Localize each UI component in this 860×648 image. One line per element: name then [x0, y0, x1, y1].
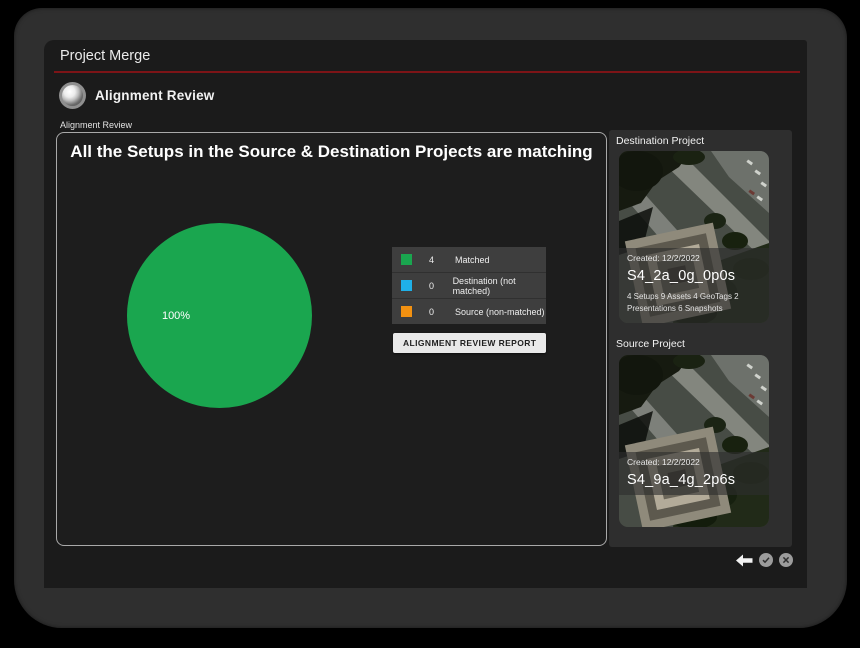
matched-swatch [401, 254, 412, 265]
matched-label: Matched [455, 255, 490, 265]
source-created-date: Created: 12/2/2022 [627, 457, 761, 467]
cancel-close-icon[interactable] [779, 553, 793, 567]
source-project-label: Source Project [616, 338, 685, 350]
source-project-card[interactable]: Created: 12/2/2022 S4_9a_4g_2p6s [619, 355, 769, 527]
legend-row-destination-not-matched: 0 Destination (not matched) [392, 272, 546, 298]
alignment-review-panel: All the Setups in the Source & Destinati… [56, 132, 607, 546]
footer-actions [736, 553, 793, 567]
projects-sidebar: Destination Project Created: 12/2/2022 S… [609, 130, 792, 547]
matching-message: All the Setups in the Source & Destinati… [57, 142, 606, 162]
destination-project-card[interactable]: Created: 12/2/2022 S4_2a_0g_0p0s 4 Setup… [619, 151, 769, 323]
panel-label: Alignment Review [60, 120, 132, 130]
alignment-review-icon [59, 82, 86, 109]
pie-percentage-label: 100% [162, 310, 190, 322]
matched-count: 4 [429, 255, 455, 265]
destination-created-date: Created: 12/2/2022 [627, 253, 761, 263]
destination-label: Destination (not matched) [453, 276, 546, 296]
source-swatch [401, 306, 412, 317]
chart-legend: 4 Matched 0 Destination (not matched) 0 … [392, 247, 546, 324]
source-card-overlay: Created: 12/2/2022 S4_9a_4g_2p6s [619, 452, 769, 495]
destination-swatch [401, 280, 412, 291]
alignment-review-report-button[interactable]: ALIGNMENT REVIEW REPORT [393, 333, 546, 353]
pie-chart: 100% [127, 223, 312, 408]
back-arrow-icon[interactable] [736, 554, 753, 567]
section-header: Alignment Review [59, 82, 214, 109]
legend-row-source-non-matched: 0 Source (non-matched) [392, 298, 546, 324]
destination-card-overlay: Created: 12/2/2022 S4_2a_0g_0p0s 4 Setup… [619, 248, 769, 323]
legend-row-matched: 4 Matched [392, 247, 546, 272]
destination-count: 0 [429, 281, 453, 291]
dialog-title: Project Merge [60, 48, 150, 64]
project-merge-dialog: Project Merge Alignment Review Alignment… [44, 40, 807, 588]
confirm-check-icon[interactable] [759, 553, 773, 567]
source-aerial-image [619, 355, 769, 527]
destination-project-name: S4_2a_0g_0p0s [627, 268, 761, 284]
destination-project-label: Destination Project [616, 135, 704, 147]
source-count: 0 [429, 307, 455, 317]
section-title: Alignment Review [95, 88, 214, 103]
app-window-frame: Project Merge Alignment Review Alignment… [14, 8, 847, 628]
red-divider [54, 71, 800, 73]
destination-project-stats: 4 Setups 9 Assets 4 GeoTags 2 Presentati… [627, 291, 755, 316]
source-label: Source (non-matched) [455, 307, 545, 317]
source-project-name: S4_9a_4g_2p6s [627, 472, 761, 488]
